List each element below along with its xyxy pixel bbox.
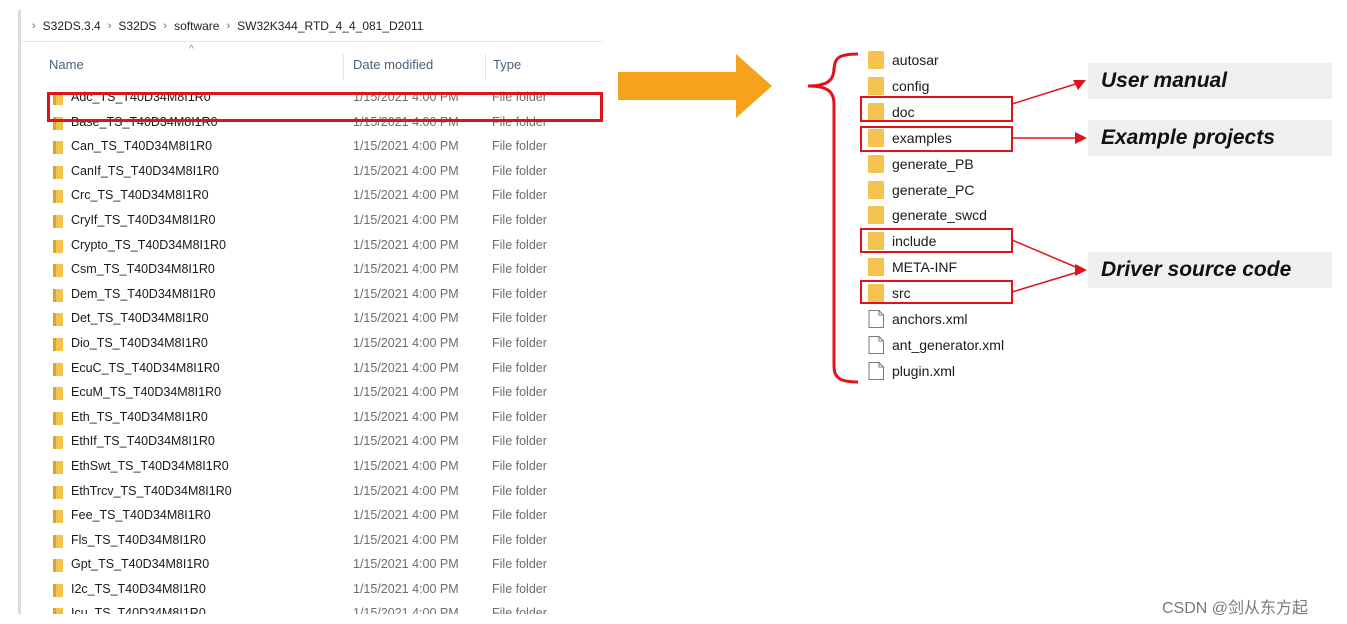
tree-item[interactable]: generate_PB xyxy=(868,152,974,176)
tree-item-label: ant_generator.xml xyxy=(892,336,1005,353)
tree-item[interactable]: autosar xyxy=(868,48,939,72)
file-icon xyxy=(868,361,884,380)
tree-item-label: plugin.xml xyxy=(892,362,956,379)
folder-icon xyxy=(868,180,884,199)
tree-item-label: anchors.xml xyxy=(892,311,968,327)
folder-icon xyxy=(868,206,884,225)
folder-icon xyxy=(868,154,884,173)
folder-icon xyxy=(868,51,884,69)
folder-icon xyxy=(868,76,884,95)
callout-user-manual: User manual xyxy=(1088,63,1332,99)
highlight-box-doc xyxy=(860,96,1013,122)
callout-driver-source: Driver source code xyxy=(1088,252,1332,288)
file-icon xyxy=(868,335,884,354)
tree-item-label: autosar xyxy=(892,52,939,68)
tree-item-label: generate_PB xyxy=(892,155,974,172)
tree-item[interactable]: META-INF xyxy=(868,255,957,279)
tree-item[interactable]: generate_PC xyxy=(868,178,975,202)
tree-item-label: generate_swcd xyxy=(892,207,987,224)
tree-item-label: config xyxy=(892,77,930,94)
tree-item[interactable]: ant_generator.xml xyxy=(868,333,1004,357)
arrowhead xyxy=(1075,264,1087,276)
callout-example-projects: Example projects xyxy=(1088,120,1332,156)
tree-item-label: META-INF xyxy=(892,259,958,276)
folder-icon xyxy=(868,258,884,277)
tree-item[interactable]: generate_swcd xyxy=(868,203,987,227)
tree-item[interactable]: config xyxy=(868,74,929,98)
tree-item[interactable]: plugin.xml xyxy=(868,359,955,383)
tree-item-label: generate_PC xyxy=(892,181,975,198)
file-icon xyxy=(868,310,884,328)
highlight-box-examples xyxy=(860,126,1013,152)
highlight-box-src xyxy=(860,280,1013,304)
tree-item[interactable]: anchors.xml xyxy=(868,307,967,331)
watermark: CSDN @剑从东方起 xyxy=(1162,600,1309,617)
highlight-box-include xyxy=(860,228,1013,253)
arrowhead xyxy=(1075,132,1087,144)
